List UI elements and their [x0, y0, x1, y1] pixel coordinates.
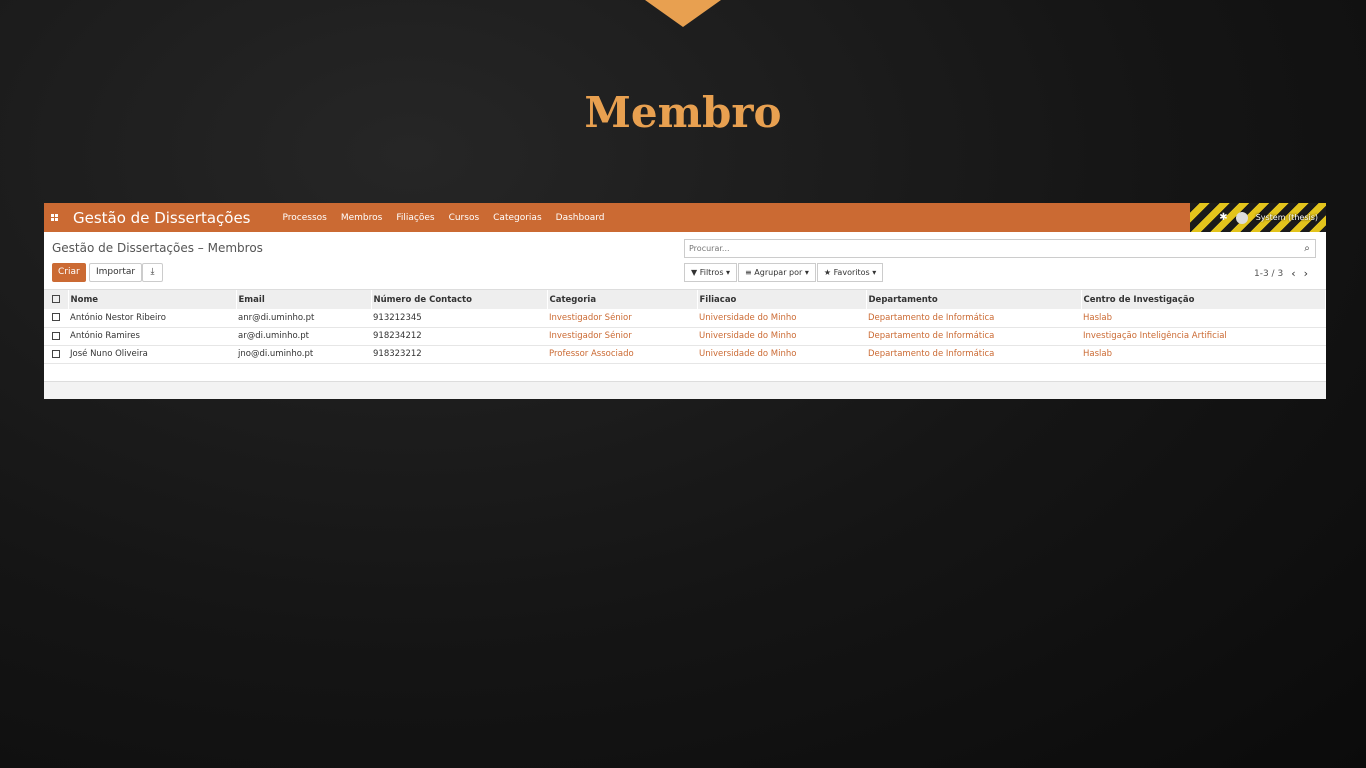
pager-value[interactable]: 1-3 / 3 — [1254, 269, 1283, 279]
filters-label: Filtros — [699, 268, 724, 277]
create-button[interactable]: Criar — [52, 263, 86, 282]
cell-centro[interactable]: Haslab — [1081, 309, 1326, 327]
apps-menu-icon[interactable] — [47, 214, 65, 221]
row-checkbox[interactable] — [44, 327, 68, 345]
cell-departamento[interactable]: Departamento de Informática — [866, 309, 1081, 327]
user-menu[interactable]: System (thesis) — [1256, 213, 1318, 222]
pager: 1-3 / 3 ‹ › — [1254, 267, 1308, 280]
cell-categoria[interactable]: Investigador Sénior — [547, 327, 697, 345]
select-all-checkbox[interactable] — [44, 290, 69, 309]
favorites-button[interactable]: ★ Favoritos ▾ — [816, 263, 884, 282]
menu-item-dashboard[interactable]: Dashboard — [556, 213, 605, 223]
cell-contacto: 913212345 — [373, 312, 422, 323]
download-button[interactable]: ⤓ — [142, 263, 163, 282]
cell-categoria[interactable]: Investigador Sénior — [547, 309, 697, 327]
import-button[interactable]: Importar — [89, 263, 143, 282]
table-row[interactable]: José Nuno Oliveira jno@di.uminho.pt 9183… — [44, 345, 1326, 363]
cell-filiacao[interactable]: Universidade do Minho — [697, 327, 866, 345]
cell-departamento[interactable]: Departamento de Informática — [866, 345, 1081, 363]
cell-filiacao[interactable]: Universidade do Minho — [697, 345, 866, 363]
cell-nome: António Nestor Ribeiro — [70, 312, 166, 323]
bug-icon[interactable]: ✱ — [1219, 212, 1227, 223]
cell-email: ar@di.uminho.pt — [238, 331, 309, 341]
col-centro[interactable]: Centro de Investigação — [1081, 290, 1326, 309]
row-checkbox[interactable] — [44, 345, 68, 363]
filter-icon: ▼ — [691, 268, 698, 277]
cell-centro[interactable]: Investigação Inteligência Artificial — [1081, 327, 1326, 345]
search-bar: ⌕ — [684, 239, 1316, 258]
menu-item-cursos[interactable]: Cursos — [449, 213, 480, 223]
cell-contacto: 918234212 — [373, 331, 422, 341]
cell-nome: José Nuno Oliveira — [70, 349, 148, 359]
top-triangle-decoration — [645, 0, 721, 27]
slide-title: Membro — [584, 88, 782, 137]
col-nome[interactable]: Nome — [68, 290, 237, 309]
list-icon: ≡ — [745, 268, 752, 277]
col-contacto[interactable]: Número de Contacto — [371, 290, 548, 309]
row-checkbox[interactable] — [44, 309, 68, 327]
cell-email: jno@di.uminho.pt — [238, 349, 314, 359]
app-brand[interactable]: Gestão de Dissertações — [73, 209, 251, 227]
col-categoria[interactable]: Categoria — [547, 290, 698, 309]
col-filiacao[interactable]: Filiacao — [697, 290, 867, 309]
favorites-label: Favoritos — [833, 268, 870, 277]
groupby-label: Agrupar por — [754, 268, 803, 277]
cell-contacto: 918323212 — [373, 349, 422, 359]
chevron-right-icon[interactable]: › — [1304, 267, 1308, 280]
cell-filiacao[interactable]: Universidade do Minho — [697, 309, 866, 327]
table-row[interactable]: António Nestor Ribeiro anr@di.uminho.pt … — [44, 309, 1326, 327]
navbar: Gestão de Dissertações Processos Membros… — [44, 203, 1326, 232]
cell-departamento[interactable]: Departamento de Informática — [866, 327, 1081, 345]
col-email[interactable]: Email — [236, 290, 372, 309]
control-panel: Gestão de Dissertações – Membros Criar I… — [44, 232, 1326, 290]
cell-centro[interactable]: Haslab — [1081, 345, 1326, 363]
caret-down-icon: ▾ — [726, 268, 731, 277]
debug-mode-stripes: ✱ System (thesis) — [1190, 203, 1326, 232]
star-icon: ★ — [823, 268, 832, 277]
table-header-row: Nome Email Número de Contacto Categoria … — [44, 290, 1326, 309]
members-table: Nome Email Número de Contacto Categoria … — [44, 290, 1326, 364]
avatar[interactable] — [1235, 211, 1248, 224]
menu-item-processos[interactable]: Processos — [283, 213, 327, 223]
main-menu: Processos Membros Filiações Cursos Categ… — [283, 213, 605, 223]
groupby-button[interactable]: ≡ Agrupar por ▾ — [738, 263, 816, 282]
cell-email: anr@di.uminho.pt — [238, 312, 315, 323]
table-row[interactable]: António Ramires ar@di.uminho.pt 91823421… — [44, 327, 1326, 345]
breadcrumb: Gestão de Dissertações – Membros — [52, 241, 263, 255]
cell-categoria[interactable]: Professor Associado — [547, 345, 697, 363]
filters-button[interactable]: ▼ Filtros ▾ — [684, 263, 738, 282]
menu-item-filiacoes[interactable]: Filiações — [396, 213, 434, 223]
menu-item-membros[interactable]: Membros — [341, 213, 382, 223]
caret-down-icon: ▾ — [804, 268, 809, 277]
search-icon[interactable]: ⌕ — [1299, 243, 1315, 254]
chevron-left-icon[interactable]: ‹ — [1291, 267, 1295, 280]
menu-item-categorias[interactable]: Categorias — [493, 213, 542, 223]
search-options: ▼ Filtros ▾ ≡ Agrupar por ▾ ★ Favoritos … — [684, 263, 884, 282]
download-icon: ⤓ — [150, 267, 155, 277]
col-departamento[interactable]: Departamento — [866, 290, 1082, 309]
list-footer — [44, 381, 1326, 399]
app-window: Gestão de Dissertações Processos Membros… — [44, 203, 1326, 399]
search-input[interactable] — [685, 240, 1299, 257]
caret-down-icon: ▾ — [872, 268, 877, 277]
cell-nome: António Ramires — [70, 331, 140, 341]
